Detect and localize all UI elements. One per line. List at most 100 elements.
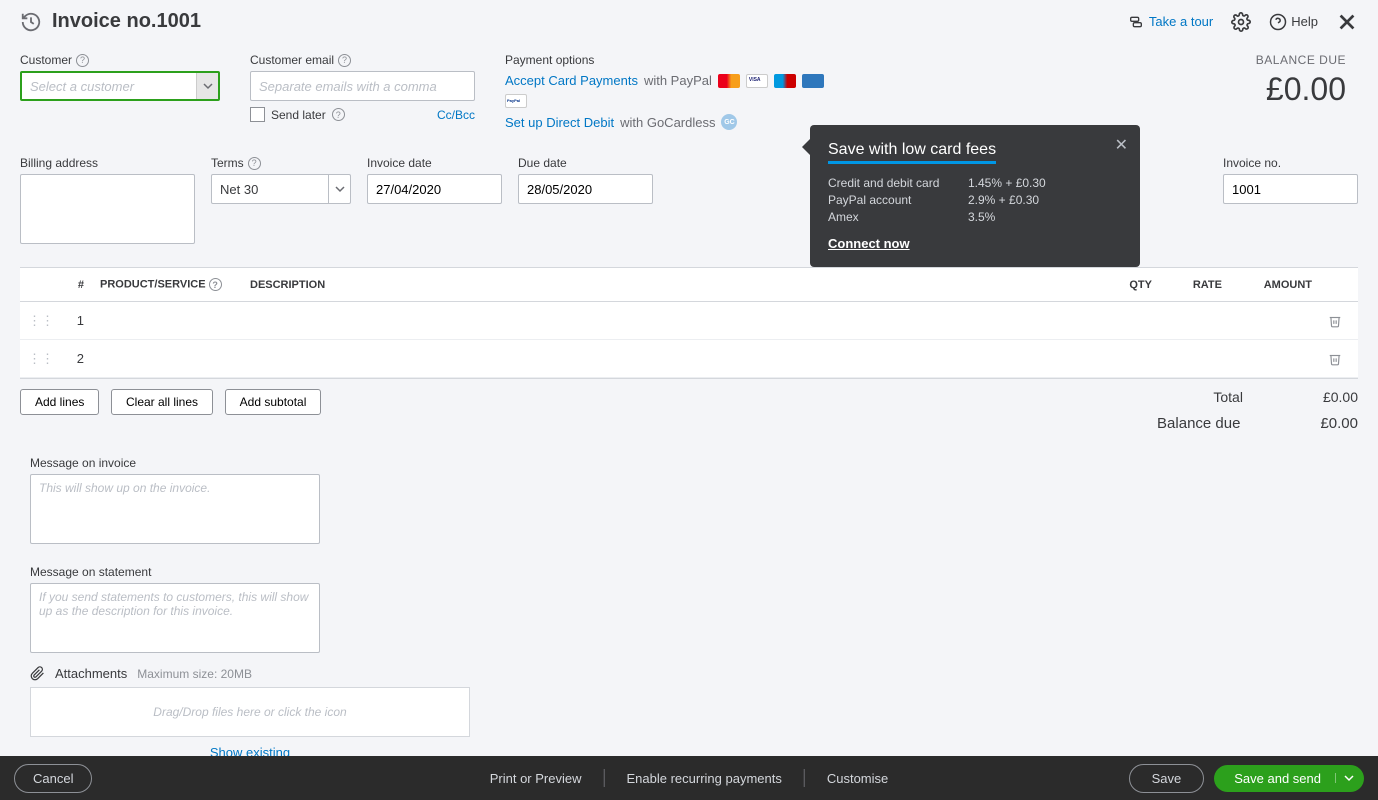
paypal-icon: [505, 94, 527, 108]
fees-popover: ✕ Save with low card fees Credit and deb…: [810, 125, 1140, 267]
col-rate: RATE: [1160, 268, 1230, 302]
send-later-wrap: Send later ?: [250, 107, 345, 122]
popover-title: Save with low card fees: [828, 141, 996, 164]
delete-row-icon[interactable]: [1320, 340, 1358, 378]
total-row: Total £0.00: [1058, 389, 1358, 405]
attachments-dropzone[interactable]: Drag/Drop files here or click the icon: [30, 687, 470, 737]
cancel-button[interactable]: Cancel: [14, 764, 92, 793]
help-button[interactable]: Help: [1269, 13, 1318, 31]
terms-label: Terms ?: [211, 156, 351, 170]
attachments-label: Attachments: [55, 666, 127, 681]
invoice-no-group: Invoice no.: [1223, 156, 1358, 247]
add-lines-button[interactable]: Add lines: [20, 389, 99, 415]
clear-lines-button[interactable]: Clear all lines: [111, 389, 213, 415]
cell-desc[interactable]: [242, 302, 1090, 340]
cell-product[interactable]: [92, 302, 242, 340]
separator: [804, 769, 805, 787]
accept-cards-suffix: with PayPal: [644, 73, 712, 88]
cell-amount[interactable]: [1230, 340, 1320, 378]
direct-debit-link[interactable]: Set up Direct Debit: [505, 115, 614, 130]
cell-rate[interactable]: [1160, 340, 1230, 378]
billing-group: Billing address: [20, 156, 195, 247]
msg-statement-input[interactable]: [30, 583, 320, 653]
header-left: Invoice no.1001: [20, 10, 201, 33]
close-icon[interactable]: [1336, 11, 1358, 33]
customise-link[interactable]: Customise: [827, 771, 888, 786]
email-input[interactable]: [250, 71, 475, 101]
due-date-input[interactable]: [518, 174, 653, 204]
footer-bar: Cancel Print or Preview Enable recurring…: [0, 756, 1378, 800]
balance-value: £0.00: [1320, 415, 1358, 432]
dropzone-text: Drag/Drop files here or click the icon: [153, 705, 346, 719]
delete-row-icon[interactable]: [1320, 302, 1358, 340]
footer-center: Print or Preview Enable recurring paymen…: [490, 769, 889, 787]
enable-recurring-link[interactable]: Enable recurring payments: [626, 771, 781, 786]
msg-statement-label: Message on statement: [30, 565, 310, 579]
cell-amount[interactable]: [1230, 302, 1320, 340]
table-row[interactable]: ⋮⋮ 1: [20, 302, 1358, 340]
invoice-no-input[interactable]: [1223, 174, 1358, 204]
print-preview-link[interactable]: Print or Preview: [490, 771, 582, 786]
visa-icon: [746, 74, 768, 88]
cell-qty[interactable]: [1090, 340, 1160, 378]
balance-label: Balance due: [1157, 415, 1240, 432]
footer-right: Save Save and send: [1129, 764, 1364, 793]
col-amount: AMOUNT: [1230, 268, 1320, 302]
invoice-date-label: Invoice date: [367, 156, 502, 170]
msg-invoice-input[interactable]: [30, 474, 320, 544]
popover-close-icon[interactable]: ✕: [1115, 135, 1128, 155]
direct-debit-row: Set up Direct Debit with GoCardless GC: [505, 114, 825, 130]
help-icon[interactable]: ?: [76, 54, 89, 67]
terms-select[interactable]: Net 30: [211, 174, 351, 204]
customer-placeholder: Select a customer: [30, 79, 134, 94]
cell-qty[interactable]: [1090, 302, 1160, 340]
drag-handle-icon[interactable]: ⋮⋮: [20, 340, 62, 378]
payment-options-group: Payment options Accept Card Payments wit…: [505, 53, 825, 136]
col-num: #: [62, 268, 92, 302]
maestro-icon: [774, 74, 796, 88]
add-subtotal-button[interactable]: Add subtotal: [225, 389, 322, 415]
gear-icon[interactable]: [1231, 12, 1251, 32]
balance-due-display: BALANCE DUE £0.00: [1256, 53, 1358, 136]
col-desc: DESCRIPTION: [242, 268, 1090, 302]
help-label: Help: [1291, 14, 1318, 29]
chevron-down-icon[interactable]: [1335, 773, 1354, 783]
customer-select[interactable]: Select a customer: [20, 71, 220, 101]
chevron-down-icon: [196, 73, 218, 99]
paperclip-icon: [30, 666, 45, 681]
take-tour-label: Take a tour: [1149, 14, 1213, 29]
help-icon[interactable]: ?: [209, 278, 222, 291]
ccbcc-link[interactable]: Cc/Bcc: [437, 108, 475, 122]
table-actions-row: Add lines Clear all lines Add subtotal T…: [0, 379, 1378, 452]
history-icon[interactable]: [20, 11, 42, 33]
terms-value: Net 30: [212, 182, 328, 197]
save-and-send-button[interactable]: Save and send: [1214, 765, 1364, 792]
col-product: PRODUCT/SERVICE ?: [92, 268, 242, 302]
email-label: Customer email ?: [250, 53, 475, 67]
page-title: Invoice no.1001: [52, 10, 201, 33]
direct-debit-suffix: with GoCardless: [620, 115, 715, 130]
line-action-buttons: Add lines Clear all lines Add subtotal: [20, 389, 329, 415]
row-number: 1: [62, 302, 92, 340]
help-icon[interactable]: ?: [248, 157, 261, 170]
totals-block: Total £0.00 Balance due £0.00: [1058, 389, 1358, 442]
invoice-date-input[interactable]: [367, 174, 502, 204]
save-button[interactable]: Save: [1129, 764, 1205, 793]
accept-cards-link[interactable]: Accept Card Payments: [505, 73, 638, 88]
table-row[interactable]: ⋮⋮ 2: [20, 340, 1358, 378]
balance-due-amount: £0.00: [1256, 71, 1346, 108]
billing-address-input[interactable]: [20, 174, 195, 244]
send-later-checkbox[interactable]: [250, 107, 265, 122]
total-label: Total: [1213, 389, 1243, 405]
connect-now-link[interactable]: Connect now: [828, 236, 1122, 251]
cell-rate[interactable]: [1160, 302, 1230, 340]
cell-product[interactable]: [92, 340, 242, 378]
due-date-group: Due date: [518, 156, 653, 247]
drag-handle-icon[interactable]: ⋮⋮: [20, 302, 62, 340]
take-tour-link[interactable]: Take a tour: [1128, 14, 1213, 30]
cell-desc[interactable]: [242, 340, 1090, 378]
line-items-table: # PRODUCT/SERVICE ? DESCRIPTION QTY RATE…: [20, 267, 1358, 379]
header-right: Take a tour Help: [1128, 11, 1358, 33]
help-icon[interactable]: ?: [338, 54, 351, 67]
help-icon[interactable]: ?: [332, 108, 345, 121]
